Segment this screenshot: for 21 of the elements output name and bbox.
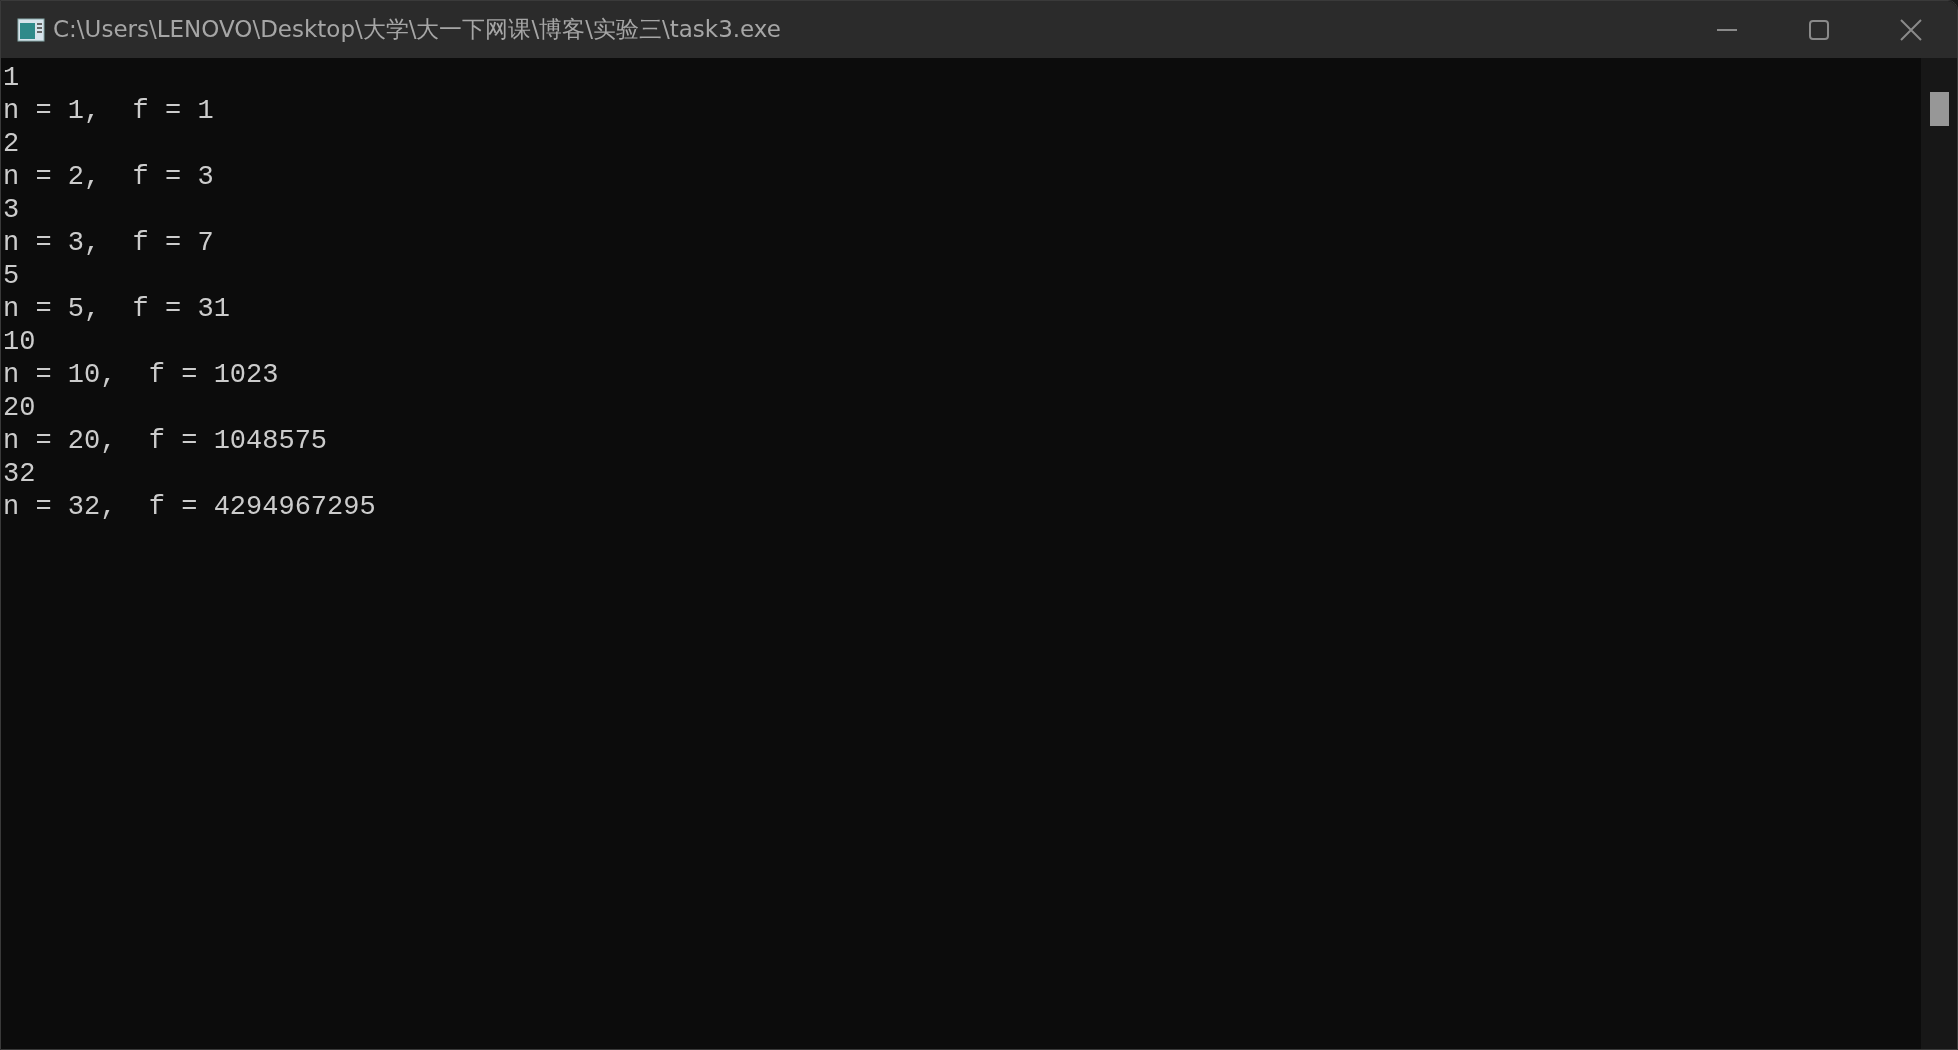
console-output-line: 1: [3, 62, 20, 95]
console-output-line: n = 10, f = 1023: [3, 359, 279, 392]
console-output-line: 32: [3, 458, 36, 491]
console-output-line: 3: [3, 194, 20, 227]
close-icon: [1900, 18, 1922, 41]
console-output-line: n = 1, f = 1: [3, 95, 214, 128]
console-output-line: 5: [3, 260, 20, 293]
console-output-line: n = 5, f = 31: [3, 293, 230, 326]
console-output-line: n = 3, f = 7: [3, 227, 214, 260]
console-output-line: n = 2, f = 3: [3, 161, 214, 194]
console-output-line: 20: [3, 392, 36, 425]
scrollbar[interactable]: [1921, 58, 1957, 1049]
scrollbar-thumb[interactable]: [1929, 92, 1949, 126]
maximize-icon: [1809, 19, 1829, 40]
console-output-line: n = 32, f = 4294967295: [3, 491, 376, 524]
window-title: C:\Users\LENOVO\Desktop\大学\大一下网课\博客\实验三\task3.exe: [53, 15, 782, 44]
console-app-icon: [17, 17, 45, 42]
console-output-line: n = 20, f = 1048575: [3, 425, 328, 458]
console-output-line: 10: [3, 326, 36, 359]
minimize-icon: [1717, 28, 1737, 31]
console-output-line: 2: [3, 128, 20, 161]
